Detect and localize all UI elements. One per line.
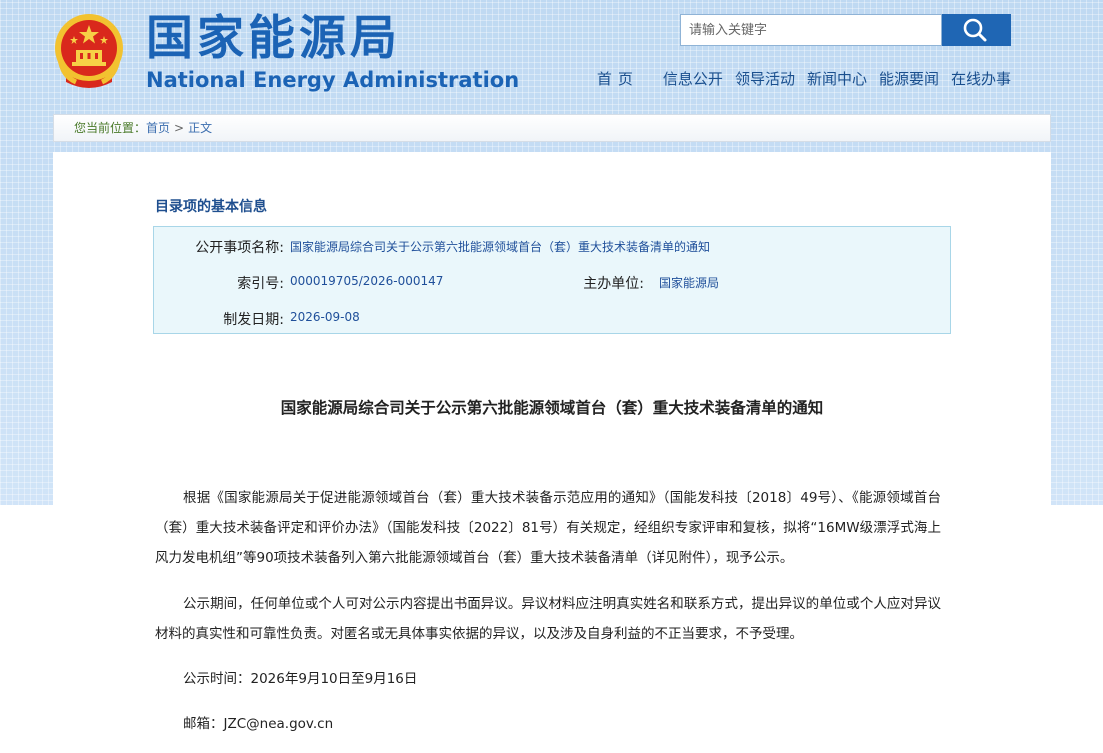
org-label: 主办单位: [583,276,644,292]
catalog-section-title: 目录项的基本信息 [155,199,267,215]
subject-value[interactable]: 国家能源局综合司关于公示第六批能源领域首台（套）重大技术装备清单的通知 [290,238,710,255]
article-paragraph-4: 邮箱：JZC@nea.gov.cn [183,716,334,732]
catalog-info-box: 公开事项名称: 国家能源局综合司关于公示第六批能源领域首台（套）重大技术装备清单… [153,226,951,334]
magnifier-icon [963,18,987,42]
nav-home[interactable]: 首页 [597,68,639,90]
breadcrumb-home[interactable]: 首页 [146,121,170,135]
date-label: 制发日期: [223,312,284,328]
search-box [680,14,942,46]
org-value: 国家能源局 [659,276,720,290]
main-nav: 首页 信息公开 领导活动 新闻中心 能源要闻 在线办事 [597,68,1011,90]
nav-info-disclosure[interactable]: 信息公开 [663,68,723,90]
article-paragraph-2: 公示期间，任何单位或个人可对公示内容提出书面异议。异议材料应注明真实姓名和联系方… [155,596,941,642]
site-logo-cn[interactable]: 国家能源局 [146,10,401,68]
article-title: 国家能源局综合司关于公示第六批能源领域首台（套）重大技术装备清单的通知 [280,398,824,417]
nav-online-services[interactable]: 在线办事 [951,68,1011,90]
index-label: 索引号: [237,276,284,292]
article-paragraph-3: 公示时间：2026年9月10日至9月16日 [183,671,418,687]
date-value: 2026-09-08 [290,310,360,324]
breadcrumb-separator: > [174,121,185,135]
search-input[interactable] [681,15,941,45]
breadcrumb-current[interactable]: 正文 [188,121,212,135]
nav-news-center[interactable]: 新闻中心 [807,68,867,90]
nav-leadership[interactable]: 领导活动 [735,68,795,90]
search-button[interactable] [942,14,1011,46]
content-panel: 目录项的基本信息 公开事项名称: 国家能源局综合司关于公示第六批能源领域首台（套… [53,152,1051,753]
national-emblem-icon [52,12,126,90]
breadcrumb-prefix: 您当前位置： [74,121,147,135]
nav-energy-news[interactable]: 能源要闻 [879,68,939,90]
article-paragraph-1: 根据《国家能源局关于促进能源领域首台（套）重大技术装备示范应用的通知》（国能发科… [155,490,941,566]
index-value: 000019705/2026-000147 [290,274,444,288]
subject-label: 公开事项名称: [195,240,284,256]
site-logo-en[interactable]: National Energy Administration [146,66,519,94]
breadcrumb: 您当前位置：首页 > 正文 [53,114,1051,142]
